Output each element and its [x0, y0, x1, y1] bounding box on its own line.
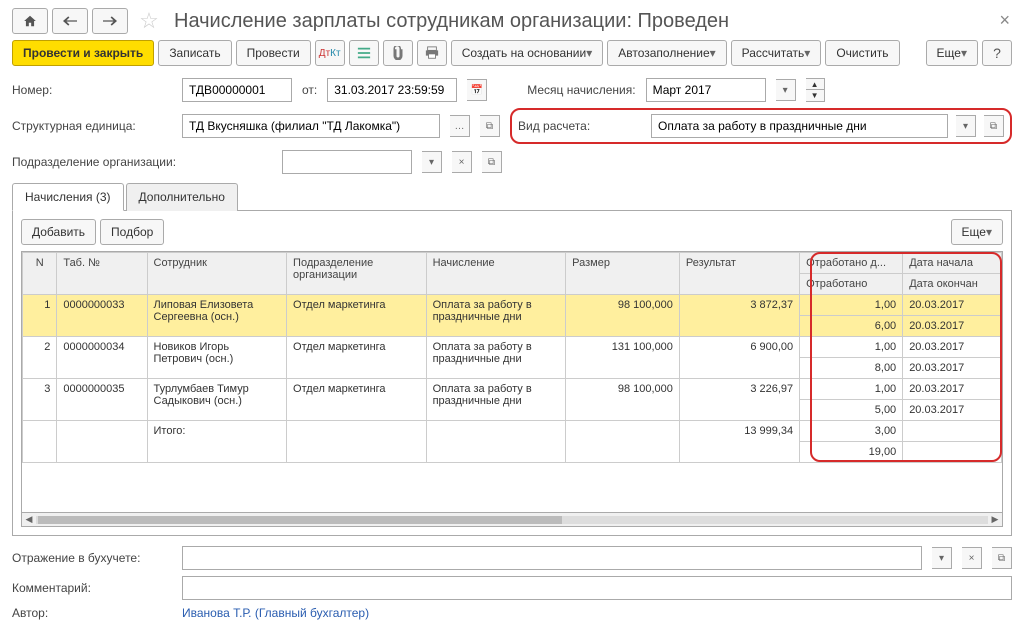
forward-button[interactable]	[92, 8, 128, 34]
calc-type-dropdown-icon[interactable]: ▾	[956, 115, 976, 137]
structure-button[interactable]	[349, 40, 379, 66]
col-worked-d[interactable]: Отработано д...	[800, 253, 903, 274]
pane-more-dropdown[interactable]: Еще	[951, 219, 1003, 245]
unit-label: Структурная единица:	[12, 119, 172, 133]
home-icon	[23, 14, 37, 28]
calendar-icon[interactable]: 📅	[467, 79, 487, 101]
month-spinner[interactable]: ▲ ▼	[806, 78, 825, 102]
author-label: Автор:	[12, 606, 172, 620]
accounting-open-icon[interactable]: ⧉	[992, 547, 1012, 569]
create-based-dropdown[interactable]: Создать на основании	[451, 40, 604, 66]
month-input[interactable]	[653, 83, 759, 97]
calc-type-label: Вид расчета:	[518, 119, 643, 133]
col-worked[interactable]: Отработано	[800, 274, 903, 295]
pick-button[interactable]: Подбор	[100, 219, 164, 245]
back-button[interactable]	[52, 8, 88, 34]
add-button[interactable]: Добавить	[21, 219, 96, 245]
col-tabno[interactable]: Таб. №	[57, 253, 147, 295]
subdiv-dropdown-icon[interactable]: ▾	[422, 151, 442, 173]
col-n[interactable]: N	[23, 253, 57, 295]
col-result[interactable]: Результат	[679, 253, 799, 295]
accounting-field[interactable]	[182, 546, 922, 570]
calc-type-highlight: Вид расчета: ▾ ⧉	[510, 108, 1012, 144]
number-input[interactable]	[189, 83, 285, 97]
month-field[interactable]	[646, 78, 766, 102]
tab-additional[interactable]: Дополнительно	[126, 183, 238, 211]
help-button[interactable]: ?	[982, 40, 1012, 66]
autofill-dropdown[interactable]: Автозаполнение	[607, 40, 726, 66]
arrow-right-icon	[103, 16, 117, 26]
date-field[interactable]	[327, 78, 457, 102]
col-date-start[interactable]: Дата начала	[903, 253, 1002, 274]
col-dept[interactable]: Подразделение организации	[287, 253, 427, 295]
grid-container: N Таб. № Сотрудник Подразделение организ…	[21, 251, 1003, 513]
clear-button[interactable]: Очистить	[825, 40, 899, 66]
calc-type-open-icon[interactable]: ⧉	[984, 115, 1004, 137]
number-field[interactable]	[182, 78, 292, 102]
comment-input[interactable]	[189, 581, 1005, 595]
tab-accruals[interactable]: Начисления (3)	[12, 183, 124, 211]
col-date-end[interactable]: Дата окончан	[903, 274, 1002, 295]
subdiv-input[interactable]	[289, 155, 405, 169]
paperclip-icon	[392, 46, 404, 60]
horizontal-scrollbar[interactable]: ◀ ▶	[21, 513, 1003, 527]
post-button[interactable]: Провести	[236, 40, 311, 66]
print-button[interactable]	[417, 40, 447, 66]
dt-kt-button[interactable]: ДтКт	[315, 40, 345, 66]
structure-icon	[357, 46, 371, 60]
col-employee[interactable]: Сотрудник	[147, 253, 287, 295]
calculate-dropdown[interactable]: Рассчитать	[731, 40, 822, 66]
attach-button[interactable]	[383, 40, 413, 66]
post-and-close-button[interactable]: Провести и закрыть	[12, 40, 154, 66]
arrow-left-icon	[63, 16, 77, 26]
favorite-star-icon[interactable]: ☆	[136, 8, 162, 34]
unit-field[interactable]	[182, 114, 440, 138]
month-down-icon[interactable]: ▼	[806, 90, 824, 101]
calc-type-input[interactable]	[658, 119, 941, 133]
month-dropdown-icon[interactable]: ▾	[776, 79, 796, 101]
date-input[interactable]	[334, 83, 450, 97]
month-label: Месяц начисления:	[527, 83, 635, 97]
number-label: Номер:	[12, 83, 172, 97]
month-up-icon[interactable]: ▲	[806, 79, 824, 90]
save-button[interactable]: Записать	[158, 40, 231, 66]
accounting-clear-icon[interactable]: ×	[962, 547, 982, 569]
calc-type-field[interactable]	[651, 114, 948, 138]
subdiv-field[interactable]	[282, 150, 412, 174]
col-accrual[interactable]: Начисление	[426, 253, 566, 295]
accounting-input[interactable]	[189, 551, 915, 565]
accounting-dropdown-icon[interactable]: ▾	[932, 547, 952, 569]
totals-row: Итого: 13 999,34 3,00	[23, 421, 1002, 442]
subdiv-label: Подразделение организации:	[12, 155, 272, 169]
comment-label: Комментарий:	[12, 581, 172, 595]
print-icon	[425, 46, 439, 60]
table-row[interactable]: 2 0000000034 Новиков Игорь Петрович (осн…	[23, 337, 1002, 358]
comment-field[interactable]	[182, 576, 1012, 600]
scroll-thumb[interactable]	[38, 516, 562, 524]
accruals-grid[interactable]: N Таб. № Сотрудник Подразделение организ…	[22, 252, 1002, 463]
scroll-right-icon[interactable]: ▶	[988, 513, 1002, 527]
from-label: от:	[302, 83, 317, 97]
unit-input[interactable]	[189, 119, 433, 133]
table-row[interactable]: 1 0000000033 Липовая Елизовета Сергеевна…	[23, 295, 1002, 316]
more-dropdown[interactable]: Еще	[926, 40, 978, 66]
tab-pane-accruals: Добавить Подбор Еще N Таб. № Сотрудник П…	[12, 211, 1012, 536]
scroll-left-icon[interactable]: ◀	[22, 513, 36, 527]
table-row[interactable]: 3 0000000035 Турлумбаев Тимур Садыкович …	[23, 379, 1002, 400]
page-title: Начисление зарплаты сотрудникам организа…	[174, 10, 729, 33]
col-size[interactable]: Размер	[566, 253, 680, 295]
close-icon[interactable]: ×	[999, 10, 1010, 31]
subdiv-clear-icon[interactable]: ×	[452, 151, 472, 173]
subdiv-open-icon[interactable]: ⧉	[482, 151, 502, 173]
accounting-label: Отражение в бухучете:	[12, 551, 172, 565]
unit-open-icon[interactable]: ⧉	[480, 115, 500, 137]
home-button[interactable]	[12, 8, 48, 34]
author-link[interactable]: Иванова Т.Р. (Главный бухгалтер)	[182, 606, 369, 620]
unit-ellipsis-icon[interactable]: …	[450, 115, 470, 137]
